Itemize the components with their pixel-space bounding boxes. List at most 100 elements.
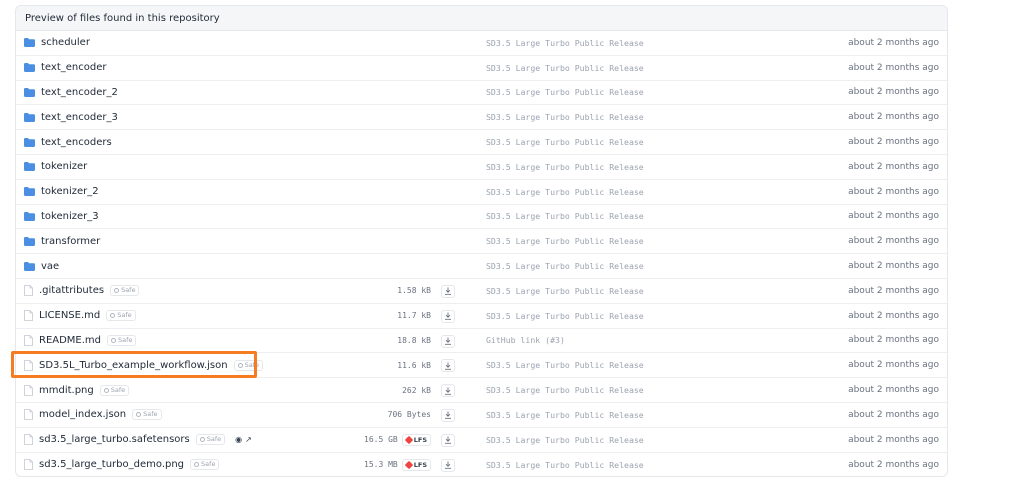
table-row[interactable]: text_encoder SD3.5 Large Turbo Public Rel… (16, 56, 947, 81)
download-button[interactable] (441, 408, 455, 422)
name-cell[interactable]: text_encoder_2 (24, 81, 118, 105)
file-name[interactable]: tokenizer (41, 161, 87, 172)
commit-message[interactable]: SD3.5 Large Turbo Public Release (486, 130, 644, 154)
file-name[interactable]: README.md (39, 335, 101, 346)
folder-icon (24, 112, 35, 122)
name-cell[interactable]: scheduler (24, 31, 90, 55)
download-button[interactable] (441, 458, 455, 472)
name-cell[interactable]: sd3.5_large_turbo.safetensors Safe ◉ ↗ (24, 428, 252, 452)
table-row[interactable]: README.md Safe 18.8 kB GitHub link (#3) abou… (16, 329, 947, 354)
commit-message[interactable]: SD3.5 Large Turbo Public Release (486, 378, 644, 402)
commit-message[interactable]: SD3.5 Large Turbo Public Release (486, 453, 644, 476)
file-name[interactable]: .gitattributes (39, 285, 104, 296)
commit-message[interactable]: SD3.5 Large Turbo Public Release (486, 31, 644, 55)
name-cell[interactable]: mmdit.png Safe (24, 378, 130, 402)
name-cell[interactable]: SD3.5L_Turbo_example_workflow.json Safe (24, 353, 263, 377)
file-name[interactable]: tokenizer_3 (41, 211, 99, 222)
name-cell[interactable]: LICENSE.md Safe (24, 304, 136, 328)
file-name[interactable]: sd3.5_large_turbo.safetensors (39, 434, 190, 445)
safe-badge[interactable]: Safe (132, 409, 162, 421)
table-row[interactable]: LICENSE.md Safe 11.7 kB SD3.5 Large Turbo P… (16, 304, 947, 329)
table-row[interactable]: text_encoder_3 SD3.5 Large Turbo Public R… (16, 105, 947, 131)
extra-icons[interactable]: ◉ ↗ (235, 435, 252, 444)
name-cell[interactable]: tokenizer_2 (24, 180, 99, 204)
table-row[interactable]: vae SD3.5 Large Turbo Public Release about… (16, 254, 947, 279)
lfs-badge[interactable]: LFS (401, 433, 431, 446)
name-cell[interactable]: sd3.5_large_turbo_demo.png Safe (24, 453, 220, 476)
commit-message[interactable]: SD3.5 Large Turbo Public Release (486, 56, 644, 80)
file-name[interactable]: sd3.5_large_turbo_demo.png (39, 459, 184, 470)
file-size: 18.8 kB (397, 335, 431, 345)
name-cell[interactable]: text_encoder_3 (24, 105, 118, 129)
commit-message[interactable]: SD3.5 Large Turbo Public Release (486, 428, 644, 452)
shield-icon (111, 337, 117, 343)
download-button[interactable] (441, 384, 455, 398)
name-cell[interactable]: transformer (24, 229, 100, 253)
file-name[interactable]: LICENSE.md (39, 310, 100, 321)
commit-message[interactable]: SD3.5 Large Turbo Public Release (486, 105, 644, 129)
table-row[interactable]: tokenizer_3 SD3.5 Large Turbo Public Rele… (16, 205, 947, 230)
table-row[interactable]: scheduler SD3.5 Large Turbo Public Releas… (16, 31, 947, 56)
table-row[interactable]: .gitattributes Safe 1.58 kB SD3.5 Large Tur… (16, 279, 947, 304)
table-row[interactable]: text_encoders SD3.5 Large Turbo Public Re… (16, 130, 947, 155)
safe-badge[interactable]: Safe (190, 459, 220, 471)
file-name[interactable]: mmdit.png (39, 385, 94, 396)
commit-message[interactable]: SD3.5 Large Turbo Public Release (486, 180, 644, 204)
size-cell: 11.7 kB (397, 304, 431, 328)
file-name[interactable]: vae (41, 261, 59, 272)
file-name[interactable]: transformer (41, 236, 100, 247)
commit-message[interactable]: SD3.5 Large Turbo Public Release (486, 403, 644, 427)
commit-message[interactable]: SD3.5 Large Turbo Public Release (486, 205, 644, 229)
safe-badge[interactable]: Safe (106, 310, 136, 322)
commit-message[interactable]: SD3.5 Large Turbo Public Release (486, 81, 644, 105)
name-cell[interactable]: text_encoders (24, 130, 112, 154)
name-cell[interactable]: README.md Safe (24, 329, 137, 353)
safe-badge[interactable]: Safe (99, 384, 130, 396)
table-row[interactable]: text_encoder_2 SD3.5 Large Turbo Public R… (16, 81, 947, 106)
name-cell[interactable]: tokenizer_3 (24, 205, 99, 229)
download-button[interactable] (441, 359, 455, 373)
name-cell[interactable]: tokenizer (24, 155, 87, 179)
table-row[interactable]: tokenizer SD3.5 Large Turbo Public Releas… (16, 155, 947, 180)
folder-icon (24, 236, 35, 246)
download-button[interactable] (441, 309, 455, 323)
name-cell[interactable]: model_index.json Safe (24, 403, 162, 427)
safe-badge[interactable]: Safe (195, 434, 226, 446)
file-name[interactable]: tokenizer_2 (41, 186, 99, 197)
file-name[interactable]: text_encoder_3 (41, 112, 118, 123)
safe-badge[interactable]: Safe (107, 334, 137, 346)
commit-message[interactable]: GitHub link (#3) (486, 329, 565, 353)
download-button[interactable] (441, 433, 455, 447)
file-name[interactable]: text_encoders (41, 137, 112, 148)
commit-message[interactable]: SD3.5 Large Turbo Public Release (486, 254, 644, 278)
table-row[interactable]: model_index.json Safe 706 Bytes SD3.5 Large… (16, 403, 947, 428)
table-row[interactable]: sd3.5_large_turbo.safetensors Safe ◉ ↗ 16.5 … (16, 428, 947, 453)
commit-date: about 2 months ago (848, 62, 939, 73)
name-cell[interactable]: vae (24, 254, 59, 278)
file-name[interactable]: model_index.json (39, 409, 126, 420)
file-name[interactable]: SD3.5L_Turbo_example_workflow.json (39, 360, 228, 371)
table-row[interactable]: tokenizer_2 SD3.5 Large Turbo Public Rele… (16, 180, 947, 205)
commit-message[interactable]: SD3.5 Large Turbo Public Release (486, 304, 644, 328)
safe-badge[interactable]: Safe (233, 359, 263, 371)
table-row[interactable]: mmdit.png Safe 262 kB SD3.5 Large Turbo Pub… (16, 378, 947, 403)
table-row[interactable]: sd3.5_large_turbo_demo.png Safe 15.3 MB LFS… (16, 453, 947, 476)
table-row[interactable]: transformer SD3.5 Large Turbo Public Rele… (16, 229, 947, 255)
file-name[interactable]: scheduler (41, 37, 90, 48)
commit-message[interactable]: SD3.5 Large Turbo Public Release (486, 229, 644, 253)
commit-message[interactable]: SD3.5 Large Turbo Public Release (486, 353, 644, 377)
download-button[interactable] (441, 334, 455, 348)
name-cell[interactable]: text_encoder (24, 56, 106, 80)
pickle-icon: ◉ (235, 435, 243, 445)
lfs-badge[interactable]: LFS (401, 458, 431, 471)
name-cell[interactable]: .gitattributes Safe (24, 279, 140, 303)
commit-date: about 2 months ago (848, 459, 939, 470)
commit-message[interactable]: SD3.5 Large Turbo Public Release (486, 279, 644, 303)
folder-icon (24, 162, 35, 172)
table-row[interactable]: SD3.5L_Turbo_example_workflow.json Safe 11… (16, 353, 947, 379)
file-name[interactable]: text_encoder (41, 62, 106, 73)
download-button[interactable] (441, 284, 455, 298)
commit-message[interactable]: SD3.5 Large Turbo Public Release (486, 155, 644, 179)
safe-badge[interactable]: Safe (110, 285, 140, 297)
file-name[interactable]: text_encoder_2 (41, 87, 118, 98)
